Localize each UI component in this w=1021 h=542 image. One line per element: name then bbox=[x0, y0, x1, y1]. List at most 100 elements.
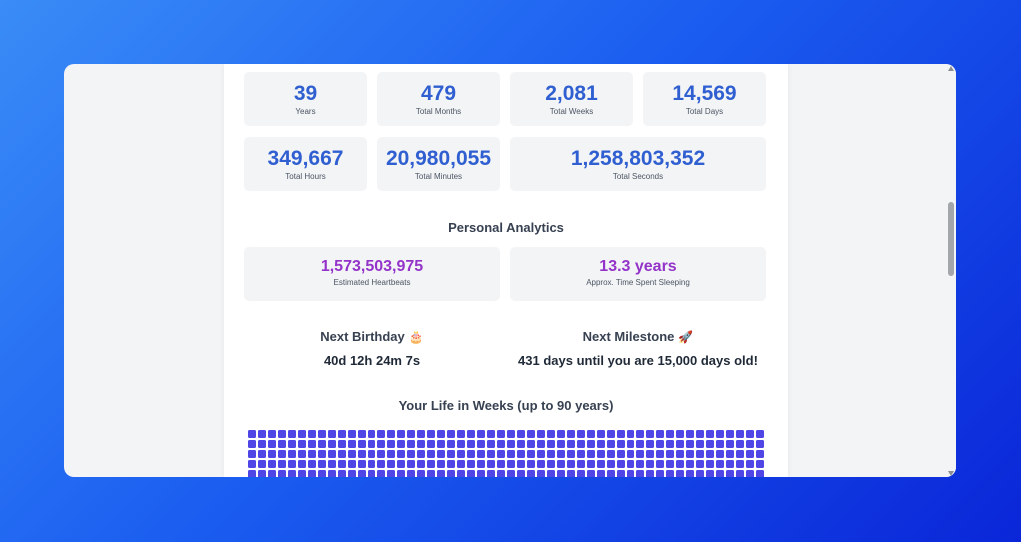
stat-total-hours: 349,667 Total Hours bbox=[244, 137, 367, 191]
week-cell bbox=[297, 470, 306, 477]
week-cell bbox=[437, 450, 446, 458]
week-cell bbox=[746, 440, 755, 448]
next-milestone-text: 431 days until you are 15,000 days old! bbox=[518, 353, 758, 368]
week-cell bbox=[706, 460, 715, 468]
week-cell bbox=[477, 430, 486, 438]
week-cell bbox=[576, 440, 585, 448]
week-cell bbox=[616, 440, 625, 448]
week-cell bbox=[546, 450, 555, 458]
stat-total-weeks: 2,081 Total Weeks bbox=[510, 72, 633, 126]
week-cell bbox=[377, 450, 386, 458]
week-cell bbox=[447, 470, 456, 477]
week-cell bbox=[516, 460, 525, 468]
week-cell bbox=[726, 450, 735, 458]
week-cell bbox=[596, 430, 605, 438]
week-cell bbox=[616, 470, 625, 477]
week-cell bbox=[626, 450, 635, 458]
week-cell bbox=[317, 440, 326, 448]
week-cell bbox=[427, 450, 436, 458]
next-birthday-title: Next Birthday 🎂 bbox=[320, 329, 424, 344]
scrollbar[interactable] bbox=[946, 64, 956, 477]
next-birthday-countdown: 40d 12h 24m 7s bbox=[323, 353, 421, 368]
week-cell bbox=[676, 440, 685, 448]
scrollbar-thumb[interactable] bbox=[948, 202, 954, 276]
week-cell bbox=[646, 450, 655, 458]
week-cell bbox=[746, 430, 755, 438]
week-cell bbox=[666, 460, 675, 468]
stat-years: 39 Years bbox=[244, 72, 367, 126]
week-cell bbox=[756, 450, 764, 458]
week-cell bbox=[287, 470, 296, 477]
stat-value: 14,569 bbox=[672, 82, 737, 105]
week-cell bbox=[666, 450, 675, 458]
week-cell bbox=[666, 430, 675, 438]
week-cell bbox=[367, 450, 376, 458]
week-cell bbox=[646, 430, 655, 438]
week-cell bbox=[407, 460, 416, 468]
week-cell bbox=[248, 470, 256, 477]
week-cell bbox=[457, 450, 466, 458]
week-cell bbox=[506, 430, 515, 438]
week-cell bbox=[377, 470, 386, 477]
week-cell bbox=[586, 430, 595, 438]
week-cell bbox=[407, 430, 416, 438]
week-cell bbox=[726, 430, 735, 438]
life-stats-card: 39 Years 479 Total Months 2,081 Total We… bbox=[224, 64, 788, 477]
week-cell bbox=[457, 440, 466, 448]
analytics-title: Personal Analytics bbox=[448, 220, 564, 235]
week-cell bbox=[716, 430, 725, 438]
stat-label: Years bbox=[295, 107, 316, 116]
stat-heartbeats: 1,573,503,975 Estimated Heartbeats bbox=[244, 247, 500, 301]
scroll-down-arrow-icon[interactable] bbox=[948, 471, 954, 476]
week-cell bbox=[377, 440, 386, 448]
week-cell bbox=[546, 430, 555, 438]
week-cell bbox=[726, 440, 735, 448]
week-cell bbox=[576, 470, 585, 477]
week-cell bbox=[407, 450, 416, 458]
week-cell bbox=[497, 470, 505, 477]
week-cell bbox=[447, 430, 456, 438]
week-cell bbox=[756, 470, 764, 477]
week-cell bbox=[327, 430, 336, 438]
week-cell bbox=[746, 470, 755, 477]
week-cell bbox=[487, 460, 496, 468]
week-cell bbox=[297, 450, 306, 458]
week-cell bbox=[536, 460, 545, 468]
week-cell bbox=[457, 430, 466, 438]
rocket-icon: 🚀 bbox=[678, 330, 694, 344]
week-cell bbox=[586, 440, 595, 448]
scroll-up-arrow-icon[interactable] bbox=[948, 66, 954, 71]
week-cell bbox=[676, 470, 685, 477]
week-cell bbox=[257, 450, 266, 458]
stat-total-minutes: 20,980,055 Total Minutes bbox=[377, 137, 500, 191]
week-cell bbox=[277, 440, 286, 448]
week-cell bbox=[357, 460, 366, 468]
week-cell bbox=[357, 450, 366, 458]
stat-value: 1,573,503,975 bbox=[320, 258, 424, 275]
week-cell bbox=[536, 470, 545, 477]
week-cell bbox=[526, 450, 535, 458]
week-cell bbox=[248, 460, 256, 468]
stat-label: Total Minutes bbox=[414, 172, 463, 181]
stat-value: 349,667 bbox=[267, 147, 344, 170]
week-cell bbox=[606, 440, 615, 448]
week-cell bbox=[616, 430, 625, 438]
week-cell bbox=[487, 430, 496, 438]
week-cell bbox=[317, 430, 326, 438]
week-cell bbox=[706, 470, 715, 477]
week-cell bbox=[596, 460, 605, 468]
week-cell bbox=[287, 460, 296, 468]
week-cell bbox=[556, 440, 565, 448]
stat-total-months: 479 Total Months bbox=[377, 72, 500, 126]
week-cell bbox=[357, 470, 366, 477]
week-cell bbox=[756, 440, 764, 448]
cake-icon: 🎂 bbox=[408, 330, 424, 344]
week-cell bbox=[636, 450, 645, 458]
week-cell bbox=[417, 440, 426, 448]
week-cell bbox=[417, 470, 426, 477]
week-cell bbox=[646, 440, 655, 448]
week-cell bbox=[347, 440, 356, 448]
week-cell bbox=[506, 450, 515, 458]
week-cell bbox=[656, 460, 665, 468]
week-cell bbox=[656, 440, 665, 448]
